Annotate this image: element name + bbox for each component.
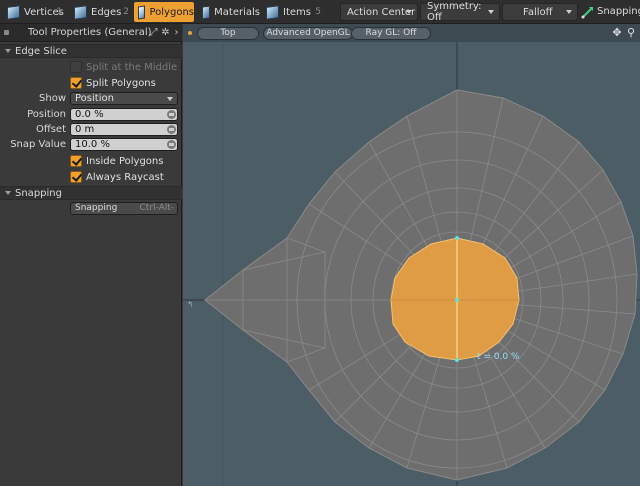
polygons-cube-icon xyxy=(138,4,146,20)
mode-items-shortcut: 5 xyxy=(315,7,321,17)
tool-properties-panel: Tool Properties (General) ⤢ ✲ › Edge Sli… xyxy=(0,24,182,486)
panel-grip-icon xyxy=(4,30,9,35)
zoom-view-icon[interactable]: ⚲ xyxy=(625,27,637,39)
snapping-section-label: Snapping xyxy=(15,188,62,199)
mode-polygons-label: Polygons xyxy=(149,6,194,18)
position-stepper-icon[interactable] xyxy=(167,110,176,119)
inside-polygons-check-icon xyxy=(70,155,82,167)
action-center-label: Action Center xyxy=(347,6,416,18)
mode-vertices-button[interactable]: Vertices 1 xyxy=(3,2,65,22)
mode-materials-button[interactable]: Materials xyxy=(198,2,260,22)
falloff-label: Falloff xyxy=(523,6,553,18)
mode-edges-label: Edges xyxy=(91,6,122,18)
split-at-middle-label: Split at the Middle xyxy=(86,61,178,73)
mode-edges-shortcut: 2 xyxy=(123,7,129,17)
edge-slice-label: Edge Slice xyxy=(15,46,67,57)
edges-cube-icon xyxy=(74,4,87,20)
slice-position-readout: t = 0.0 % xyxy=(477,352,520,362)
mode-materials-label: Materials xyxy=(214,6,260,18)
position-label: Position xyxy=(27,109,66,120)
vertices-cube-icon xyxy=(7,4,20,20)
chevron-right-icon[interactable]: › xyxy=(171,27,182,38)
collapse-triangle-icon xyxy=(5,49,11,53)
always-raycast-label: Always Raycast xyxy=(86,171,164,183)
snap-value-field[interactable]: 10.0 % xyxy=(70,138,178,151)
edge-slice-section[interactable]: Edge Slice xyxy=(0,44,182,58)
split-polygons-checkbox[interactable]: Split Polygons xyxy=(70,76,156,90)
snapping-toggle-button[interactable]: Snapping Ctrl-Alt- xyxy=(70,202,178,215)
split-polygons-check-icon xyxy=(70,77,82,89)
top-toolbar: Vertices 1 Edges 2 Polygons Materials It… xyxy=(0,0,640,24)
raygl-button[interactable]: Ray GL: Off xyxy=(351,27,431,40)
position-value: 0.0 % xyxy=(75,109,104,120)
panel-title: Tool Properties (General) xyxy=(28,27,152,38)
position-field[interactable]: 0.0 % xyxy=(70,108,178,121)
viewport-dot-icon xyxy=(188,31,192,35)
panel-header: Tool Properties (General) ⤢ ✲ › xyxy=(0,24,182,42)
snapping-icon xyxy=(581,7,593,19)
snapping-section[interactable]: Snapping xyxy=(0,186,182,200)
show-value: Position xyxy=(75,93,114,104)
split-polygons-label: Split Polygons xyxy=(86,77,156,89)
mode-edges-button[interactable]: Edges 2 xyxy=(70,2,132,22)
offset-field[interactable]: 0 m xyxy=(70,123,178,136)
snap-value: 10.0 % xyxy=(75,139,110,150)
gear-icon[interactable]: ✲ xyxy=(160,27,171,38)
offset-value: 0 m xyxy=(75,124,95,135)
move-view-icon[interactable]: ✥ xyxy=(611,27,623,39)
split-at-middle-checkbox[interactable]: Split at the Middle xyxy=(70,60,177,74)
snapping-button[interactable]: Snapping xyxy=(597,6,640,17)
snap-value-label: Snap Value xyxy=(10,139,66,150)
always-raycast-checkbox[interactable]: Always Raycast xyxy=(70,170,164,184)
materials-cube-icon xyxy=(202,4,211,20)
snapping-shortcut: Ctrl-Alt- xyxy=(139,203,175,213)
falloff-dropdown[interactable]: Falloff xyxy=(502,3,578,21)
mode-vertices-shortcut: 1 xyxy=(56,7,62,17)
mode-items-label: Items xyxy=(283,6,311,18)
falloff-caret-icon xyxy=(566,10,572,14)
expand-icon[interactable]: ⤢ xyxy=(148,27,159,38)
inside-polygons-label: Inside Polygons xyxy=(86,155,164,167)
action-center-caret-icon xyxy=(406,10,412,14)
items-cube-icon xyxy=(266,4,279,20)
show-select[interactable]: Position xyxy=(70,92,178,105)
symmetry-caret-icon xyxy=(488,10,494,14)
snap-value-stepper-icon[interactable] xyxy=(167,140,176,149)
mode-polygons-button[interactable]: Polygons xyxy=(134,2,194,22)
mode-items-button[interactable]: Items 5 xyxy=(262,2,324,22)
view-top-button[interactable]: Top xyxy=(197,27,259,40)
svg-text:↰: ↰ xyxy=(187,300,194,309)
show-caret-icon xyxy=(167,97,173,101)
viewport-header: Top Advanced OpenGL Ray GL: Off ✥ ⚲ xyxy=(183,24,640,42)
viewport-scene[interactable]: ↰ xyxy=(183,24,640,486)
offset-label: Offset xyxy=(35,124,66,135)
renderer-button[interactable]: Advanced OpenGL xyxy=(263,27,353,40)
collapse-triangle-icon xyxy=(5,191,11,195)
symmetry-dropdown[interactable]: Symmetry: Off xyxy=(420,1,500,23)
action-center-dropdown[interactable]: Action Center xyxy=(340,3,418,21)
viewport[interactable]: ↰ Top Advanced OpenGL Ray GL: Off ✥ ⚲ t … xyxy=(183,24,640,486)
split-at-middle-box xyxy=(70,61,82,73)
inside-polygons-checkbox[interactable]: Inside Polygons xyxy=(70,154,163,168)
snapping-toggle-label: Snapping xyxy=(75,203,118,213)
offset-stepper-icon[interactable] xyxy=(167,125,176,134)
always-raycast-check-icon xyxy=(70,171,82,183)
show-label: Show xyxy=(39,93,66,104)
